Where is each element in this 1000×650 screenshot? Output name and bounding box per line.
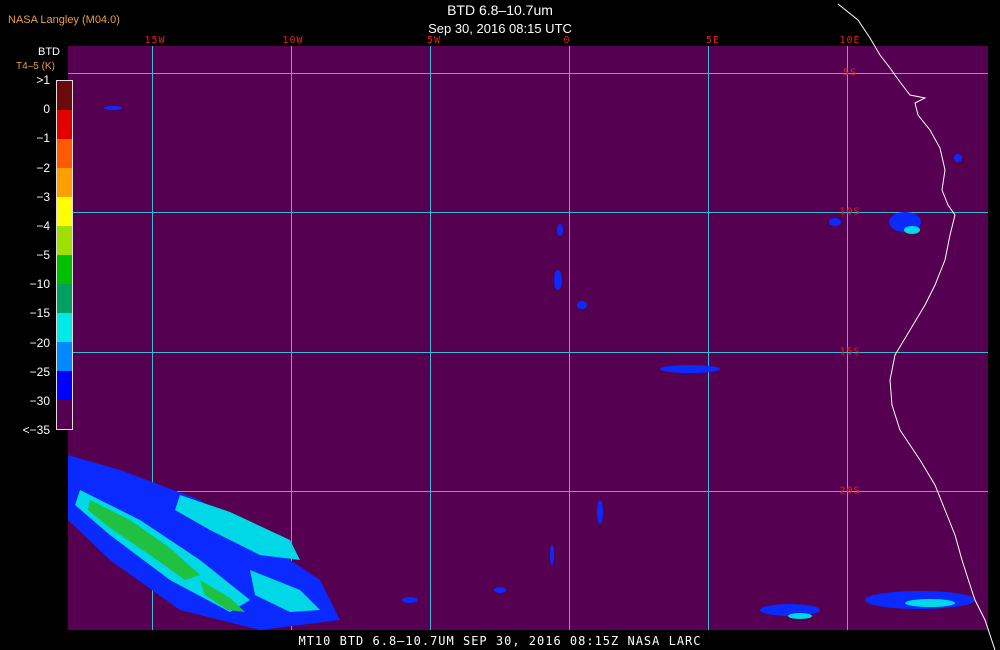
colorbar-swatch (57, 371, 72, 400)
colorbar-tick-label: −2 (36, 160, 50, 175)
lon-label-15w: 15W (144, 35, 166, 46)
colorbar-tick-label: −20 (29, 335, 50, 350)
lon-label-10w: 10W (282, 35, 304, 46)
colorbar-tick-label: −25 (29, 364, 50, 379)
colorbar-swatch (57, 313, 72, 342)
lon-label-5e: 5E (705, 35, 721, 46)
colorbar-tick-label: <−35 (22, 423, 50, 437)
colorbar-swatch (57, 139, 72, 168)
colorbar-tick-label: −10 (29, 277, 50, 292)
colorbar-swatch (57, 226, 72, 255)
colorbar-tick-label: −1 (36, 131, 50, 146)
colorbar-swatch (57, 110, 72, 139)
lat-label-20s: 20S (839, 485, 861, 497)
colorbar-unit: T4–5 (K) (16, 61, 55, 72)
colorbar (56, 80, 73, 430)
colorbar-swatch (57, 81, 72, 110)
colorbar-tick-label: −5 (36, 248, 50, 262)
colorbar-swatch (57, 197, 72, 226)
coastline (837, 3, 996, 650)
image-caption: MT10 BTD 6.8–10.7UM SEP 30, 2016 08:15Z … (298, 634, 702, 648)
colorbar-title: BTD (38, 46, 60, 58)
colorbar-tick-label: −3 (36, 189, 50, 204)
lon-label-5w: 5W (426, 35, 442, 46)
colorbar-tick-label: >1 (36, 73, 50, 87)
lon-label-10e: 10E (839, 35, 861, 46)
colorbar-swatch (57, 342, 72, 371)
cyan-highlights (788, 226, 955, 619)
colorbar-tick-label: 0 (43, 102, 50, 117)
lat-label-5s: 5S (842, 67, 858, 79)
colorbar-tick-label: −15 (29, 306, 50, 321)
lat-label-15s: 15S (839, 346, 861, 358)
colorbar-tick-label: −30 (29, 393, 50, 408)
lat-label-10s: 10S (839, 206, 861, 218)
lon-label-0: 0 (563, 35, 571, 46)
colorbar-tick-label: −4 (36, 218, 50, 233)
colorbar-swatch (57, 255, 72, 284)
colorbar-swatch (57, 284, 72, 313)
colorbar-swatch (57, 400, 72, 429)
colorbar-swatch (57, 168, 72, 197)
btd-feature-layer (68, 3, 996, 650)
